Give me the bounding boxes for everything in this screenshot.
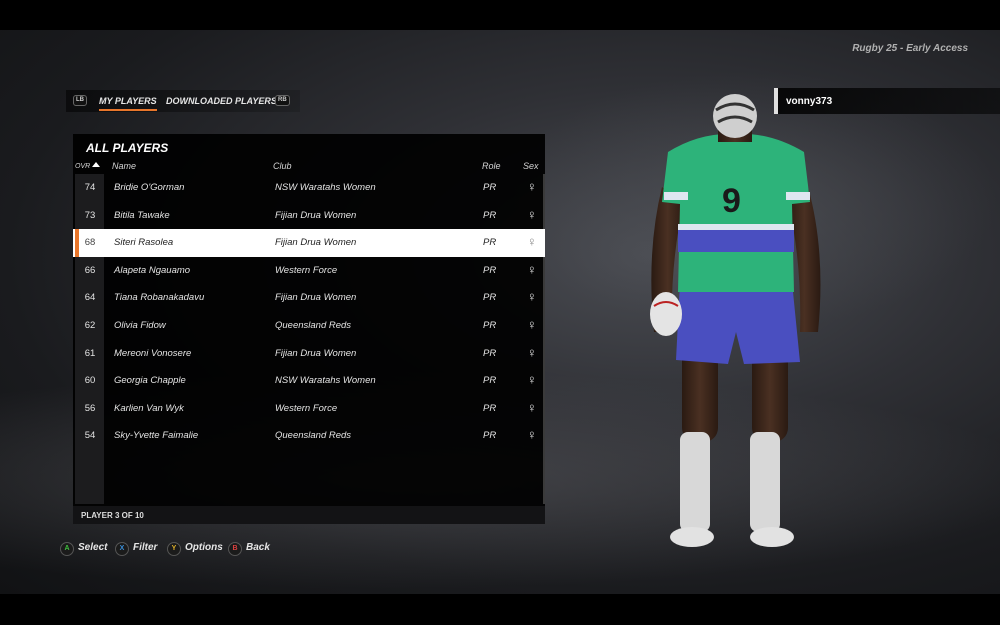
row-name: Siteri Rasolea xyxy=(114,237,174,249)
row-role: PR xyxy=(483,375,497,387)
row-ovr: 64 xyxy=(84,292,96,304)
player-model-preview: 9 xyxy=(650,94,821,547)
row-club: Fijian Drua Women xyxy=(275,292,357,304)
row-club: NSW Waratahs Women xyxy=(275,375,376,387)
row-role: PR xyxy=(483,264,497,276)
player-count: PLAYER 3 OF 10 xyxy=(81,511,144,520)
filter-label: Filter xyxy=(133,542,158,553)
row-ovr: 73 xyxy=(84,209,96,221)
row-name: Sky-Yvette Faimalie xyxy=(114,430,199,442)
row-role: PR xyxy=(483,292,497,304)
role-header[interactable]: Role xyxy=(482,161,501,171)
row-name: Alapeta Ngauamo xyxy=(114,264,191,276)
tab-my-players[interactable]: MY PLAYERS xyxy=(99,96,157,111)
row-name: Georgia Chapple xyxy=(114,375,186,387)
panel-footer: PLAYER 3 OF 10 xyxy=(73,506,545,524)
y-button-icon: Y xyxy=(167,542,181,556)
row-role: PR xyxy=(483,430,497,442)
player-tabs: LB MY PLAYERS DOWNLOADED PLAYERS RB xyxy=(66,90,300,112)
row-ovr: 60 xyxy=(84,375,96,387)
female-icon: ♀ xyxy=(527,289,537,305)
select-prompt[interactable]: A Select xyxy=(60,542,107,556)
table-row[interactable]: 73 Bitila Tawake Fijian Drua Women PR ♀ xyxy=(73,202,545,230)
jersey-number: 9 xyxy=(722,182,741,220)
all-players-panel: ALL PLAYERS OVR Name Club Role Sex 74 Br… xyxy=(73,134,545,524)
row-ovr: 62 xyxy=(84,319,96,331)
row-ovr: 66 xyxy=(84,264,96,276)
bottom-letterbox xyxy=(0,594,1000,625)
row-club: NSW Waratahs Women xyxy=(275,182,376,193)
female-icon: ♀ xyxy=(527,372,537,388)
game-title: Rugby 25 - Early Access xyxy=(852,43,968,54)
female-icon: ♀ xyxy=(527,261,537,277)
table-row[interactable]: 61 Mereoni Vonosere Fijian Drua Women PR… xyxy=(73,340,545,368)
row-name: Tiana Robanakadavu xyxy=(114,292,205,304)
row-club: Fijian Drua Women xyxy=(275,347,357,359)
row-name: Karlien Van Wyk xyxy=(114,402,184,414)
row-role: PR xyxy=(483,402,497,414)
row-role: PR xyxy=(483,347,497,359)
row-role: PR xyxy=(483,319,497,331)
select-label: Select xyxy=(78,542,108,553)
options-label: Options xyxy=(185,542,223,553)
female-icon: ♀ xyxy=(527,316,537,332)
table-row[interactable]: 60 Georgia Chapple NSW Waratahs Women PR… xyxy=(73,367,545,395)
sex-header[interactable]: Sex xyxy=(523,161,539,171)
name-header[interactable]: Name xyxy=(112,161,136,171)
filter-prompt[interactable]: X Filter xyxy=(115,542,157,556)
table-row[interactable]: 62 Olivia Fidow Queensland Reds PR ♀ xyxy=(73,312,545,340)
row-name: Bridie O'Gorman xyxy=(114,182,185,193)
a-button-icon: A xyxy=(60,542,74,556)
row-club: Queensland Reds xyxy=(275,430,352,442)
row-club: Fijian Drua Women xyxy=(275,209,357,221)
options-prompt[interactable]: Y Options xyxy=(167,542,223,556)
x-button-icon: X xyxy=(115,542,129,556)
row-role: PR xyxy=(483,182,497,193)
row-ovr: 56 xyxy=(84,402,96,414)
row-name: Olivia Fidow xyxy=(114,319,166,331)
female-icon: ♀ xyxy=(527,427,537,443)
table-row[interactable]: 74 Bridie O'Gorman NSW Waratahs Women PR… xyxy=(73,174,545,202)
table-row[interactable]: 64 Tiana Robanakadavu Fijian Drua Women … xyxy=(73,284,545,312)
row-role: PR xyxy=(483,209,497,221)
b-button-icon: B xyxy=(228,542,242,556)
female-icon: ♀ xyxy=(527,206,537,222)
back-prompt[interactable]: B Back xyxy=(228,542,270,556)
top-letterbox xyxy=(0,0,1000,30)
table-header: OVR Name Club Role Sex xyxy=(73,161,545,173)
row-name: Mereoni Vonosere xyxy=(114,347,192,359)
row-role: PR xyxy=(483,237,497,249)
female-icon: ♀ xyxy=(527,399,537,415)
club-header[interactable]: Club xyxy=(273,161,292,171)
row-name: Bitila Tawake xyxy=(114,209,170,221)
row-ovr: 74 xyxy=(84,182,96,193)
female-icon: ♀ xyxy=(527,179,537,194)
player-rows: 74 Bridie O'Gorman NSW Waratahs Women PR… xyxy=(73,174,545,450)
row-ovr: 68 xyxy=(84,237,96,249)
row-ovr: 61 xyxy=(84,347,96,359)
row-club: Fijian Drua Women xyxy=(275,237,357,249)
row-club: Western Force xyxy=(275,264,338,276)
row-club: Western Force xyxy=(275,402,338,414)
ovr-header-label: OVR xyxy=(75,163,91,170)
female-icon: ♀ xyxy=(527,234,537,250)
table-row-selected[interactable]: 68 Siteri Rasolea Fijian Drua Women PR ♀ xyxy=(73,229,545,257)
table-row[interactable]: 56 Karlien Van Wyk Western Force PR ♀ xyxy=(73,395,545,423)
panel-title: ALL PLAYERS xyxy=(86,141,169,155)
row-club: Queensland Reds xyxy=(275,319,352,331)
table-row[interactable]: 66 Alapeta Ngauamo Western Force PR ♀ xyxy=(73,257,545,285)
lb-bumper-icon[interactable]: LB xyxy=(73,95,87,106)
sort-ascending-icon xyxy=(92,162,101,167)
rb-bumper-icon[interactable]: RB xyxy=(275,95,290,106)
row-ovr: 54 xyxy=(84,430,96,442)
tab-downloaded-players[interactable]: DOWNLOADED PLAYERS xyxy=(166,96,277,106)
female-icon: ♀ xyxy=(527,344,537,360)
back-label: Back xyxy=(246,542,270,553)
table-row[interactable]: 54 Sky-Yvette Faimalie Queensland Reds P… xyxy=(73,422,545,450)
ovr-header[interactable]: OVR xyxy=(75,162,101,170)
